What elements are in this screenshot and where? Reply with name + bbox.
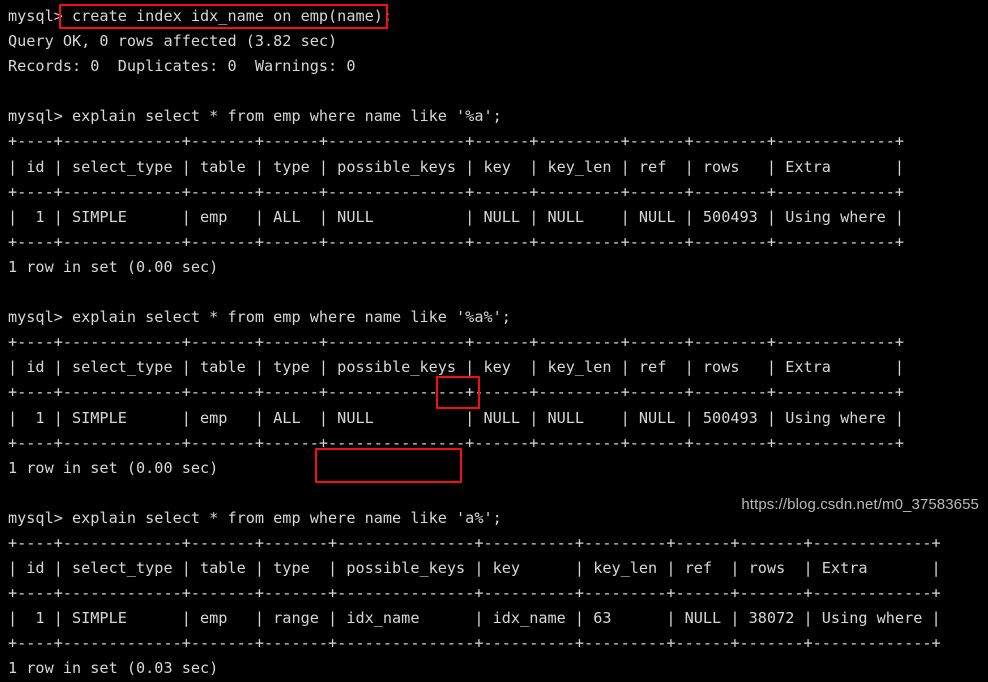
terminal-line: | id | select_type | table | type | poss… <box>8 358 905 377</box>
terminal-line: | id | select_type | table | type | poss… <box>8 559 941 578</box>
terminal-line: +----+-------------+-------+-------+----… <box>8 533 941 552</box>
terminal-window[interactable]: mysql> create index idx_name on emp(name… <box>0 0 988 677</box>
terminal-line: +----+-------------+-------+------+-----… <box>8 433 905 452</box>
terminal-line: 1 row in set (0.03 sec) <box>8 659 219 678</box>
watermark-text: https://blog.csdn.net/m0_37583655 <box>741 496 979 513</box>
terminal-line: mysql> explain select * from emp where n… <box>8 107 502 126</box>
terminal-line: mysql> create index idx_name on emp(name… <box>8 7 393 25</box>
terminal-line: 1 row in set (0.00 sec) <box>8 257 219 276</box>
terminal-line: +----+-------------+-------+-------+----… <box>8 634 941 653</box>
terminal-line: | id | select_type | table | type | poss… <box>8 157 905 176</box>
terminal-line: +----+-------------+-------+-------+----… <box>8 584 941 603</box>
terminal-line: Query OK, 0 rows affected (3.82 sec) <box>8 32 338 51</box>
terminal-line: +----+-------------+-------+------+-----… <box>8 333 905 352</box>
terminal-line: | 1 | SIMPLE | emp | ALL | NULL | NULL |… <box>8 408 905 427</box>
terminal-line: +----+-------------+-------+------+-----… <box>8 383 905 402</box>
terminal-line: mysql> explain select * from emp where n… <box>8 308 511 327</box>
terminal-line: +----+-------------+-------+------+-----… <box>8 232 905 251</box>
terminal-line: +----+-------------+-------+------+-----… <box>8 182 905 201</box>
terminal-line: | 1 | SIMPLE | emp | ALL | NULL | NULL |… <box>8 207 905 226</box>
terminal-line: +----+-------------+-------+------+-----… <box>8 132 905 151</box>
terminal-line: Records: 0 Duplicates: 0 Warnings: 0 <box>8 57 356 76</box>
terminal-line: | 1 | SIMPLE | emp | range | idx_name | … <box>8 609 941 628</box>
terminal-line: 1 row in set (0.00 sec) <box>8 458 219 477</box>
